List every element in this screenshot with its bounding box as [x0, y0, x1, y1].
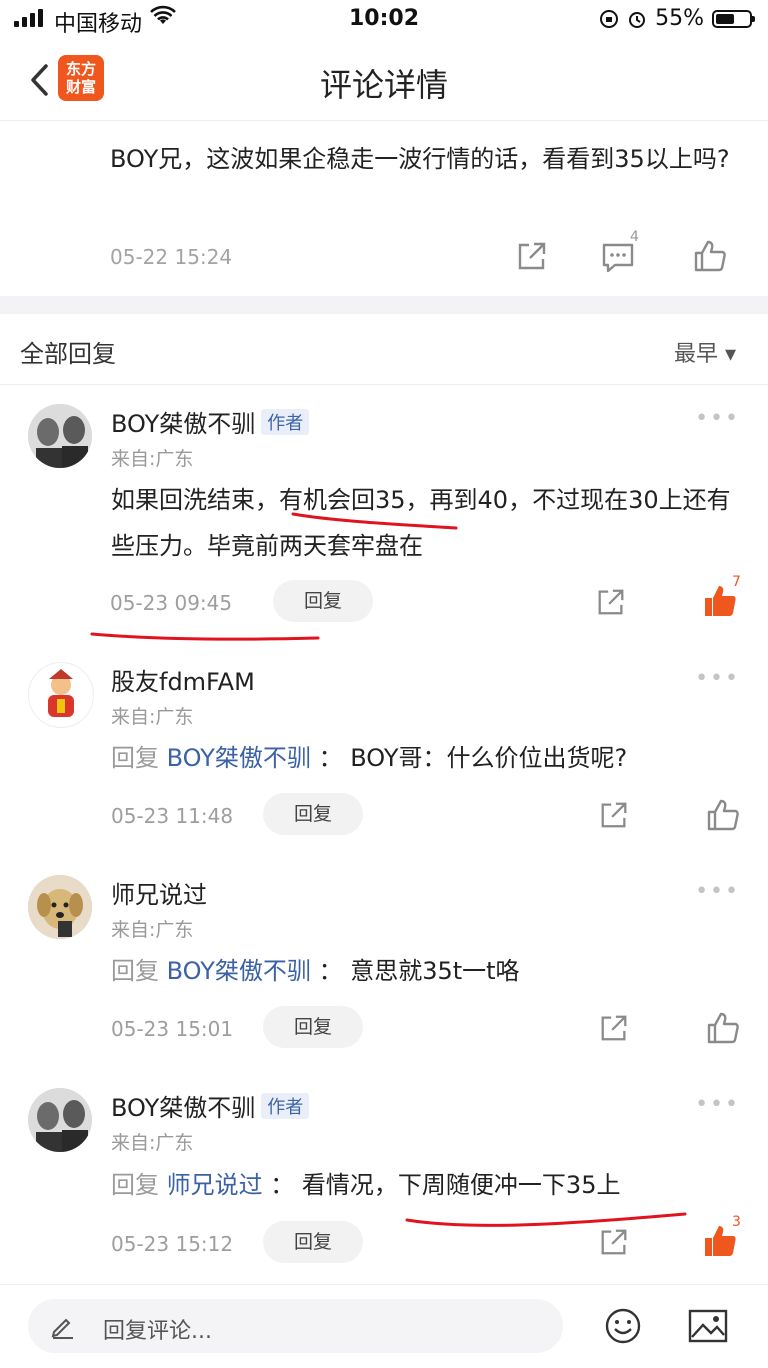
- edit-icon: [51, 1318, 73, 1339]
- reply-item: 师兄说过 来自:广东 回复 BOY桀傲不驯 ： 意思就35t一t咯 05-23 …: [0, 853, 768, 1066]
- reply-item: 股友fdmFAM 来自:广东 回复 BOY桀傲不驯 ： BOY哥：什么价位出货呢…: [0, 640, 768, 853]
- author-badge: 作者: [261, 409, 310, 435]
- reply-button[interactable]: 回复: [263, 793, 363, 835]
- image-icon[interactable]: [688, 1309, 728, 1343]
- reply-input-placeholder: 回复评论...: [103, 1319, 212, 1344]
- reply-to-link[interactable]: BOY桀傲不驯: [167, 957, 311, 985]
- section-divider: [0, 296, 768, 314]
- thumb-up-icon[interactable]: [705, 797, 741, 833]
- comment-time: 05-23 09:45: [110, 591, 233, 615]
- comment-time: 05-23 11:48: [111, 804, 234, 828]
- reply-button[interactable]: 回复: [263, 1221, 363, 1263]
- commenter-name[interactable]: 师兄说过: [111, 875, 207, 910]
- share-icon[interactable]: [598, 1226, 630, 1258]
- sort-dropdown[interactable]: 最早 ▾: [674, 336, 736, 368]
- commenter-name[interactable]: 股友fdmFAM: [111, 662, 255, 697]
- comment-location: 来自:广东: [111, 448, 194, 470]
- all-replies-label: 全部回复: [20, 340, 116, 368]
- battery-percent: 55%: [655, 6, 704, 31]
- battery-icon: [712, 9, 755, 28]
- comment-time: 05-23 15:01: [111, 1017, 234, 1041]
- more-options-icon[interactable]: •••: [695, 406, 740, 431]
- avatar[interactable]: [28, 662, 94, 728]
- reply-item: BOY桀傲不驯 作者 来自:广东 回复 师兄说过 ： 看情况，下周随便冲一下35上…: [0, 1066, 768, 1282]
- comment-text: 回复 师兄说过 ： 看情况，下周随便冲一下35上: [111, 1171, 621, 1199]
- comment-location: 来自:广东: [111, 919, 194, 941]
- comment-location: 来自:广东: [111, 706, 194, 728]
- comment-time: 05-23 15:12: [111, 1232, 234, 1256]
- like-count: 3: [732, 1214, 741, 1230]
- comment-text: 回复 BOY桀傲不驯 ： 意思就35t一t咯: [111, 957, 520, 985]
- emoji-icon[interactable]: [604, 1307, 642, 1345]
- reply-button[interactable]: 回复: [273, 580, 373, 622]
- share-icon[interactable]: [595, 586, 627, 618]
- original-comment: BOY兄，这波如果企稳走一波行情的话，看看到35以上吗? 05-22 15:24…: [0, 121, 768, 296]
- reply-to-link[interactable]: BOY桀傲不驯: [167, 744, 311, 772]
- like-count: 7: [732, 574, 741, 590]
- comment-text: 如果回洗结束，有机会回35，再到40，不过现在30上还有些压力。毕竟前两天套牢盘…: [111, 486, 731, 560]
- avatar[interactable]: [28, 875, 92, 939]
- page-title: 评论详情: [319, 66, 448, 104]
- reply-button[interactable]: 回复: [263, 1006, 363, 1048]
- rotation-lock-icon: [600, 9, 619, 28]
- status-bar: 中国移动 10:02 55%: [0, 0, 768, 40]
- reply-to-link[interactable]: 师兄说过: [167, 1171, 263, 1199]
- avatar[interactable]: [28, 1088, 92, 1152]
- share-icon[interactable]: [598, 799, 630, 831]
- reply-input[interactable]: 回复评论...: [28, 1299, 563, 1353]
- share-icon[interactable]: [515, 239, 549, 273]
- original-comment-text: BOY兄，这波如果企稳走一波行情的话，看看到35以上吗?: [110, 145, 730, 173]
- author-badge: 作者: [261, 1093, 310, 1119]
- alarm-icon: [629, 11, 646, 28]
- thumb-up-icon[interactable]: [705, 1010, 741, 1046]
- more-options-icon[interactable]: •••: [695, 879, 740, 904]
- comment-text: 回复 BOY桀傲不驯 ： BOY哥：什么价位出货呢?: [111, 744, 628, 772]
- replies-header: 全部回复 最早 ▾: [0, 314, 768, 385]
- commenter-name[interactable]: BOY桀傲不驯 作者: [111, 404, 310, 439]
- thumb-up-icon[interactable]: [692, 238, 728, 274]
- more-options-icon[interactable]: •••: [695, 1092, 740, 1117]
- reply-input-bar: 回复评论...: [0, 1284, 768, 1368]
- more-options-icon[interactable]: •••: [695, 666, 740, 691]
- share-icon[interactable]: [598, 1012, 630, 1044]
- original-comment-time: 05-22 15:24: [110, 245, 233, 269]
- comment-count: 4: [630, 229, 639, 245]
- commenter-name[interactable]: BOY桀傲不驯 作者: [111, 1088, 310, 1123]
- reply-item: BOY桀傲不驯 作者 来自:广东 如果回洗结束，有机会回35，再到40，不过现在3…: [0, 384, 768, 640]
- avatar[interactable]: [28, 404, 92, 468]
- comment-location: 来自:广东: [111, 1132, 194, 1154]
